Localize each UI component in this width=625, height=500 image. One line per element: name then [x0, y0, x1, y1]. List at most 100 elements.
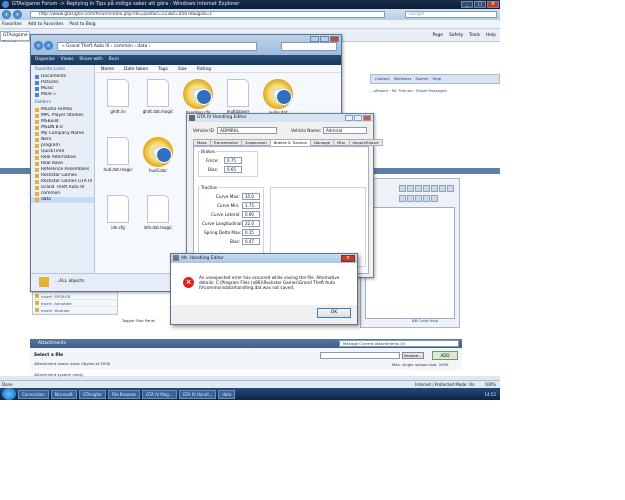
maximize-button[interactable]: □ — [474, 1, 486, 8]
tab-damage[interactable]: Damage — [310, 139, 335, 146]
back-icon[interactable]: ‹ — [2, 10, 11, 19]
explorer-search[interactable] — [281, 42, 337, 51]
curve-max-input[interactable]: 35.0 — [242, 193, 260, 200]
explorer-minimize[interactable] — [310, 36, 319, 42]
tab-import-export[interactable]: Import/Export — [348, 139, 383, 146]
explorer-close[interactable] — [330, 36, 339, 42]
command-safety[interactable]: Safety — [449, 31, 463, 40]
browse-button[interactable]: Browse... — [402, 352, 424, 359]
favorite-link[interactable]: More » — [31, 92, 94, 98]
bias-input[interactable]: 0.65 — [224, 166, 242, 173]
tab-suspension[interactable]: Suspension — [241, 139, 271, 146]
taskbar-item[interactable]: GTAsigfor — [78, 389, 106, 399]
vehicle-id-select[interactable]: ADMIRAL — [217, 127, 277, 134]
quote-icon[interactable] — [423, 194, 430, 202]
forward-icon[interactable]: › — [13, 10, 22, 19]
image-icon[interactable] — [407, 194, 414, 202]
favorites-item[interactable]: Favorites — [2, 20, 22, 28]
align-right-icon[interactable] — [447, 185, 454, 192]
command-page[interactable]: Page — [432, 31, 443, 40]
command-tools[interactable]: Tools — [469, 31, 480, 40]
zoom-level[interactable]: 100% — [485, 381, 496, 388]
strike-icon[interactable] — [423, 185, 430, 192]
explorer-maximize[interactable] — [320, 36, 329, 42]
start-orb-icon[interactable] — [2, 388, 16, 400]
add-attachment-button[interactable]: ADD — [432, 351, 458, 360]
file-item[interactable]: handling.cfg — [181, 79, 215, 115]
folder-item-selected[interactable]: data — [31, 197, 94, 203]
file-item[interactable]: multiplayer — [221, 79, 255, 114]
file-item[interactable]: info.dat.magic — [141, 195, 175, 230]
close-button[interactable]: × — [487, 1, 499, 8]
minimize-button[interactable]: _ — [461, 1, 473, 8]
search-input[interactable]: Google — [405, 11, 497, 18]
force-input[interactable]: 0.75 — [224, 157, 242, 164]
editor-minimize[interactable] — [345, 115, 353, 121]
breadcrumb[interactable]: ...oftware › Mc Friends › Sheet Messages — [370, 88, 447, 93]
taskbar-item[interactable]: Microsoft — [50, 389, 77, 399]
organize-button[interactable]: Organize — [35, 55, 55, 65]
align-center-icon[interactable] — [439, 185, 446, 192]
tab-mass[interactable]: Mass — [193, 139, 211, 146]
taskbar-item[interactable]: Connection — [18, 389, 49, 399]
burn-button[interactable]: Burn — [109, 55, 119, 65]
error-close-button[interactable]: × — [341, 255, 355, 262]
taskbar-item[interactable]: GTA IV Handl... — [178, 389, 217, 399]
address-bar[interactable]: http://www.gtasigfor.com/forum/index.php… — [30, 11, 385, 18]
command-help[interactable]: Help — [486, 31, 496, 40]
spring-delta-max-input[interactable]: 0.15 — [242, 229, 260, 236]
explorer-path[interactable]: « Grand Theft Auto III › common › data › — [57, 42, 257, 51]
column-name[interactable]: Name — [101, 66, 114, 72]
link-search[interactable]: Search — [415, 75, 428, 83]
bold-icon[interactable] — [399, 185, 406, 192]
link-members[interactable]: Members — [394, 75, 412, 83]
italic-icon[interactable] — [407, 185, 414, 192]
insert-item[interactable]: Insert: Youtube — [33, 307, 117, 314]
share-button[interactable]: Share with — [79, 55, 102, 65]
explorer-forward-icon[interactable]: › — [44, 41, 53, 50]
column-rating[interactable]: Rating — [197, 66, 211, 72]
column-size[interactable]: Size — [178, 66, 187, 72]
favorites-item[interactable]: Add to Favorites — [28, 20, 64, 28]
views-button[interactable]: Views — [61, 55, 74, 65]
file-item[interactable]: ghdt.ini — [101, 79, 135, 114]
file-input[interactable] — [320, 352, 400, 359]
list-icon[interactable] — [415, 194, 422, 202]
insert-item[interactable]: Insert: SPOILER — [33, 293, 117, 300]
underline-icon[interactable] — [415, 185, 422, 192]
file-item[interactable]: hud.dat.magic — [101, 137, 135, 172]
editor-maximize[interactable] — [354, 115, 362, 121]
curve-longitudinal-input[interactable]: 22.0 — [242, 220, 260, 227]
toggle-side-panel[interactable]: Toggle Side Panel — [122, 318, 155, 323]
file-item[interactable]: audio.dat — [261, 79, 295, 115]
insert-item[interactable]: Insert: Annotate — [33, 300, 117, 307]
file-item[interactable]: ide.cfg — [101, 195, 135, 230]
taskbar-item[interactable]: GTA IV Mag... — [142, 389, 177, 399]
align-left-icon[interactable] — [431, 185, 438, 192]
taskbar-item[interactable]: data — [218, 389, 236, 399]
explorer-back-icon[interactable]: ‹ — [34, 41, 43, 50]
column-date[interactable]: Date taken — [124, 66, 148, 72]
vehicle-name-field[interactable]: Admiral — [323, 127, 367, 134]
tab-transmission[interactable]: Transmission — [209, 139, 243, 146]
column-tags[interactable]: Tags — [158, 66, 168, 72]
file-item[interactable]: ghdt.dat.magic — [141, 79, 175, 114]
curve-lateral-input[interactable]: 0.90 — [242, 211, 260, 218]
folders-header[interactable]: Folders — [31, 98, 94, 107]
browser-tab[interactable]: GTAsigame Forum — [0, 31, 30, 46]
manage-attachments-select[interactable]: Manage Current Attachments (0) — [339, 340, 459, 347]
file-item[interactable]: hudColor — [141, 137, 175, 173]
bb-code-help-link[interactable]: BB Code Help — [412, 318, 438, 323]
curve-min-input[interactable]: 1.75 — [242, 202, 260, 209]
traction-bias-input[interactable]: 0.47 — [242, 238, 260, 245]
tab-misc[interactable]: Misc — [333, 139, 350, 146]
link-icon[interactable] — [399, 194, 406, 202]
tab-brakes-traction[interactable]: Brakes & Traction — [269, 139, 312, 146]
editor-close[interactable] — [363, 115, 371, 121]
ok-button[interactable]: OK — [317, 308, 351, 318]
code-icon[interactable] — [431, 194, 438, 202]
link-help[interactable]: Help — [432, 75, 441, 83]
favorites-item[interactable]: Post to Blog — [69, 20, 95, 28]
link-contact[interactable]: Contact — [375, 75, 390, 83]
post-textarea[interactable] — [365, 207, 455, 319]
